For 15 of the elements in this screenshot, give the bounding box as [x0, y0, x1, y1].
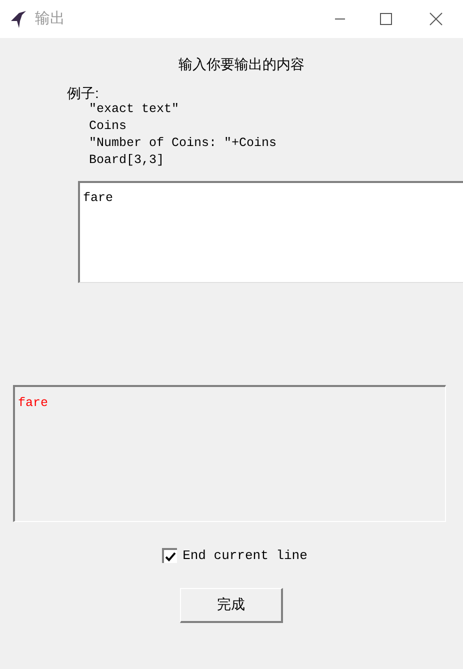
output-text: fare	[18, 396, 48, 410]
prompt-text: 输入你要输出的内容	[178, 55, 304, 74]
done-button[interactable]: 完成	[180, 588, 283, 622]
maximize-icon	[380, 13, 392, 25]
example-line: Board[3,3]	[89, 152, 164, 169]
window-title: 输出	[35, 8, 65, 29]
checkbox-label: End current line	[182, 547, 308, 565]
example-line: Coins	[89, 118, 127, 135]
checkbox[interactable]	[162, 548, 177, 564]
close-icon	[429, 12, 443, 26]
check-icon	[164, 552, 176, 562]
example-line: "Number of Coins: "+Coins	[89, 135, 277, 152]
input-field[interactable]: fare	[78, 181, 463, 283]
example-line: "exact text"	[89, 101, 180, 118]
examples-label: 例子:	[67, 85, 99, 101]
